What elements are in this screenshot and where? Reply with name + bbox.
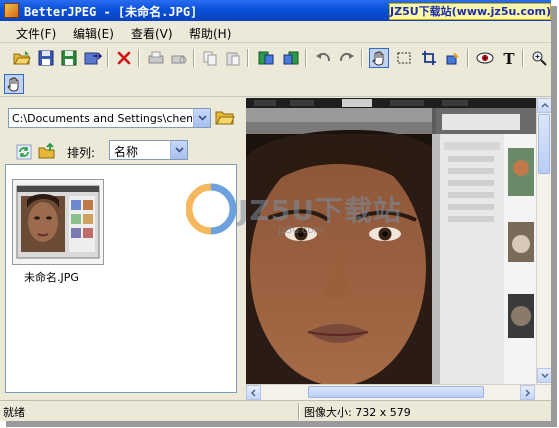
toolbar-separator <box>193 49 195 67</box>
redo-icon[interactable] <box>337 48 357 68</box>
toolbar-separator <box>522 49 524 67</box>
menu-edit[interactable]: 编辑(E) <box>73 25 114 42</box>
print-icon[interactable] <box>146 48 166 68</box>
path-text: C:\Documents and Settings\chen\My <box>12 112 192 125</box>
scroll-right-icon[interactable] <box>520 385 535 400</box>
window-title: BetterJPEG - [未命名.JPG] <box>24 5 198 19</box>
sort-combobox[interactable]: 名称 <box>109 140 188 160</box>
sort-value: 名称 <box>114 145 139 159</box>
vertical-scroll-thumb[interactable] <box>538 114 550 174</box>
app-icon <box>4 3 19 18</box>
image-size-text: 图像大小: 732 x 579 <box>304 406 411 419</box>
image-view[interactable] <box>246 98 551 400</box>
file-browser-pane: C:\Documents and Settings\chen\My 排列: 名称 <box>0 98 245 398</box>
secondary-toolbar <box>0 73 551 97</box>
file-list[interactable]: 未命名.JPG <box>5 164 237 393</box>
print-preview-icon[interactable] <box>169 48 189 68</box>
scroll-down-icon[interactable] <box>537 368 551 383</box>
horizontal-scroll-thumb[interactable] <box>308 386 484 398</box>
copy-icon[interactable] <box>200 48 220 68</box>
zoom-icon[interactable] <box>529 48 549 68</box>
toolbar-separator <box>305 49 307 67</box>
delete-icon[interactable] <box>114 48 134 68</box>
site-badge: JZ5U下载站(www.jz5u.com) <box>389 3 551 20</box>
status-divider <box>298 403 300 420</box>
toolbar-separator <box>138 49 140 67</box>
browse-folder-icon[interactable] <box>215 108 235 128</box>
export-icon[interactable] <box>83 48 103 68</box>
replace-icon[interactable] <box>443 48 463 68</box>
scroll-left-icon[interactable] <box>246 385 261 400</box>
crop-icon[interactable] <box>419 48 439 68</box>
path-combobox[interactable]: C:\Documents and Settings\chen\My <box>8 108 211 128</box>
refresh-icon[interactable] <box>14 142 34 162</box>
red-eye-icon[interactable] <box>475 48 495 68</box>
sort-label: 排列: <box>67 146 96 160</box>
paste-icon[interactable] <box>223 48 243 68</box>
file-thumbnail[interactable] <box>12 179 104 265</box>
scroll-up-icon[interactable] <box>537 98 551 113</box>
main-toolbar: T <box>0 43 551 73</box>
app-window: BetterJPEG - [未命名.JPG] JZ5U下载站(www.jz5u.… <box>0 0 551 421</box>
window-shadow <box>551 6 557 424</box>
open-folder-icon[interactable] <box>12 48 32 68</box>
toolbar-separator <box>107 49 109 67</box>
toolbar-separator <box>467 49 469 67</box>
hand-tool-icon[interactable] <box>369 48 389 68</box>
up-folder-icon[interactable] <box>37 141 57 161</box>
rotate-right-icon[interactable] <box>281 48 301 68</box>
toolbar-separator <box>361 49 363 67</box>
vertical-scrollbar[interactable] <box>536 98 551 384</box>
status-bar: 就绪 图像大小: 732 x 579 <box>0 400 551 421</box>
select-rect-icon[interactable] <box>394 48 414 68</box>
save-as-icon[interactable] <box>59 48 79 68</box>
status-text: 就绪 <box>3 406 25 419</box>
window-shadow <box>6 421 557 427</box>
menu-help[interactable]: 帮助(H) <box>189 25 231 42</box>
menu-file[interactable]: 文件(F) <box>16 25 56 42</box>
image-canvas <box>246 98 536 386</box>
svg-text:T: T <box>503 50 515 66</box>
title-bar[interactable]: BetterJPEG - [未命名.JPG] JZ5U下载站(www.jz5u.… <box>0 0 551 21</box>
save-icon[interactable] <box>36 48 56 68</box>
chevron-down-icon[interactable] <box>193 109 210 127</box>
toolbar-separator <box>247 49 249 67</box>
rotate-left-icon[interactable] <box>256 48 276 68</box>
file-name[interactable]: 未命名.JPG <box>24 269 79 285</box>
undo-icon[interactable] <box>313 48 333 68</box>
pan-tool-icon[interactable] <box>4 74 24 94</box>
chevron-down-icon[interactable] <box>170 141 187 159</box>
text-tool-icon[interactable]: T <box>499 48 519 68</box>
horizontal-scrollbar[interactable] <box>246 384 551 400</box>
menu-bar: 文件(F) 编辑(E) 查看(V) 帮助(H) <box>0 21 551 43</box>
menu-view[interactable]: 查看(V) <box>131 25 173 42</box>
